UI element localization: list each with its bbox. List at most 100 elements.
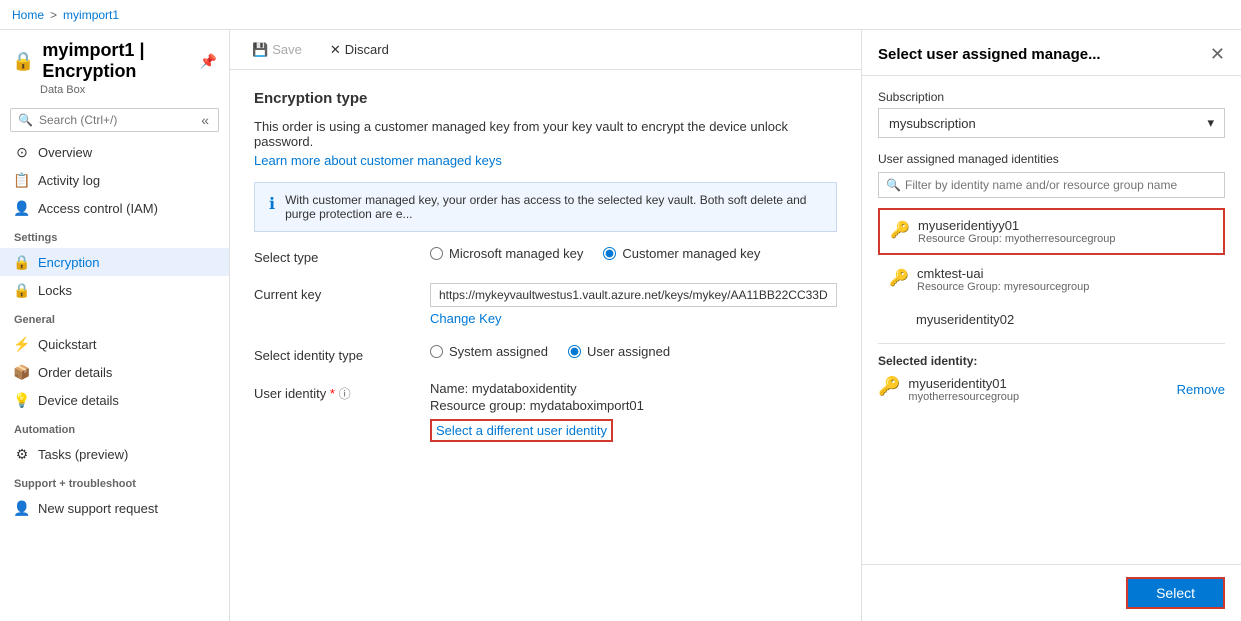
- user-assigned-option[interactable]: User assigned: [568, 344, 670, 359]
- identity-rg-1: Resource Group: myresourcegroup: [917, 281, 1089, 293]
- select-type-row: Select type Microsoft managed key Custom…: [254, 246, 837, 265]
- select-button[interactable]: Select: [1126, 577, 1225, 609]
- section-settings: Settings: [0, 222, 229, 248]
- access-control-icon: 👤: [14, 200, 30, 216]
- panel-close-button[interactable]: ✕: [1210, 44, 1225, 65]
- sidebar-item-label: Device details: [38, 393, 119, 408]
- identity-type-row: Select identity type System assigned Use…: [254, 344, 837, 363]
- sidebar-item-overview[interactable]: ⊙ Overview: [0, 138, 229, 166]
- sidebar-item-tasks[interactable]: ⚙ Tasks (preview): [0, 440, 229, 468]
- customer-managed-key-option[interactable]: Customer managed key: [603, 246, 760, 261]
- panel-header: Select user assigned manage... ✕: [862, 30, 1241, 76]
- selected-identity-icon: 🔑: [878, 376, 900, 397]
- panel-body: Subscription mysubscription ▾ User assig…: [862, 76, 1241, 564]
- content-area: 💾 Save ✕ Discard Encryption type This or…: [230, 30, 861, 621]
- filter-search-icon: 🔍: [886, 178, 901, 192]
- discard-button[interactable]: ✕ Discard: [324, 38, 395, 62]
- identity-list-label: User assigned managed identities: [878, 152, 1225, 166]
- select-different-identity-link[interactable]: Select a different user identity: [430, 419, 613, 442]
- section-support: Support + troubleshoot: [0, 468, 229, 494]
- sidebar-item-label: Tasks (preview): [38, 447, 128, 462]
- identity-icon-1: 🔑: [889, 268, 909, 288]
- section-title: Encryption type: [254, 90, 837, 107]
- identity-icon-0: 🔑: [890, 220, 910, 240]
- identity-info-1: cmktest-uai Resource Group: myresourcegr…: [917, 266, 1089, 293]
- system-assigned-option[interactable]: System assigned: [430, 344, 548, 359]
- activity-log-icon: 📋: [14, 172, 30, 188]
- current-key-row: Current key Change Key: [254, 283, 837, 326]
- learn-more-link[interactable]: Learn more about customer managed keys: [254, 153, 502, 168]
- subscription-dropdown[interactable]: mysubscription ▾: [878, 108, 1225, 138]
- identity-item-cmktest-uai[interactable]: 🔑 cmktest-uai Resource Group: myresource…: [878, 257, 1225, 302]
- selected-identity-section: Selected identity: 🔑 myuseridentity01 my…: [878, 354, 1225, 403]
- breadcrumb-home[interactable]: Home: [12, 8, 44, 22]
- device-details-icon: 💡: [14, 392, 30, 408]
- user-identity-value: Name: mydataboxidentity Resource group: …: [430, 381, 837, 442]
- identity-type-value: System assigned User assigned: [430, 344, 837, 359]
- identity-name-1: cmktest-uai: [917, 266, 1089, 281]
- subscription-label: Subscription: [878, 90, 1225, 104]
- user-identity-row: User identity * ⓘ Name: mydataboxidentit…: [254, 381, 837, 442]
- collapse-button[interactable]: «: [201, 112, 209, 128]
- sidebar-item-label: New support request: [38, 501, 158, 516]
- chevron-down-icon: ▾: [1207, 115, 1214, 131]
- save-button[interactable]: 💾 Save: [246, 38, 308, 62]
- identity-item-myuseridentiyy01[interactable]: 🔑 myuseridentiyy01 Resource Group: myoth…: [878, 208, 1225, 255]
- identity-rg: Resource group: mydataboximport01: [430, 398, 837, 413]
- selected-identity-info: 🔑 myuseridentity01 myotherresourcegroup: [878, 376, 1019, 403]
- system-assigned-radio[interactable]: [430, 345, 443, 358]
- sidebar-item-label: Locks: [38, 283, 72, 298]
- section-automation: Automation: [0, 414, 229, 440]
- customer-key-radio[interactable]: [603, 247, 616, 260]
- change-key-link[interactable]: Change Key: [430, 311, 837, 326]
- sidebar-navigation: ⊙ Overview 📋 Activity log 👤 Access contr…: [0, 138, 229, 621]
- discard-icon: ✕: [330, 42, 341, 58]
- selected-identity-details: myuseridentity01 myotherresourcegroup: [908, 376, 1019, 403]
- identity-item-myuseridentity02[interactable]: myuseridentity02: [878, 304, 1225, 335]
- selected-identity-rg: myotherresourcegroup: [908, 391, 1019, 403]
- encryption-icon: 🔒: [14, 254, 30, 270]
- filter-input[interactable]: [878, 172, 1225, 198]
- sidebar-item-locks[interactable]: 🔒 Locks: [0, 276, 229, 304]
- info-icon: ℹ: [269, 194, 275, 214]
- right-panel: Select user assigned manage... ✕ Subscri…: [861, 30, 1241, 621]
- sidebar-item-order-details[interactable]: 📦 Order details: [0, 358, 229, 386]
- quickstart-icon: ⚡: [14, 336, 30, 352]
- sidebar-item-device-details[interactable]: 💡 Device details: [0, 386, 229, 414]
- identity-rg-0: Resource Group: myotherresourcegroup: [918, 233, 1115, 245]
- sidebar-item-label: Encryption: [38, 255, 99, 270]
- sidebar-item-quickstart[interactable]: ⚡ Quickstart: [0, 330, 229, 358]
- remove-button[interactable]: Remove: [1177, 382, 1225, 397]
- sidebar-item-label: Activity log: [38, 173, 100, 188]
- sidebar-subtitle: Data Box: [40, 84, 217, 96]
- user-identity-info: Name: mydataboxidentity Resource group: …: [430, 381, 837, 413]
- sidebar-header: 🔒 myimport1 | Encryption 📌 Data Box: [0, 30, 229, 102]
- microsoft-managed-key-option[interactable]: Microsoft managed key: [430, 246, 583, 261]
- identity-name-0: myuseridentiyy01: [918, 218, 1115, 233]
- selected-identity-row: 🔑 myuseridentity01 myotherresourcegroup …: [878, 376, 1225, 403]
- select-type-label: Select type: [254, 246, 414, 265]
- sidebar-item-access-control[interactable]: 👤 Access control (IAM): [0, 194, 229, 222]
- search-input[interactable]: [10, 108, 219, 132]
- filter-wrap: 🔍: [878, 172, 1225, 198]
- lock-icon: 🔒: [12, 51, 34, 72]
- sidebar-item-activity-log[interactable]: 📋 Activity log: [0, 166, 229, 194]
- current-key-value: Change Key: [430, 283, 837, 326]
- current-key-input[interactable]: [430, 283, 837, 307]
- search-icon: 🔍: [18, 113, 33, 127]
- identity-info-0: myuseridentiyy01 Resource Group: myother…: [918, 218, 1115, 245]
- sidebar-item-support[interactable]: 👤 New support request: [0, 494, 229, 522]
- info-circle-icon: ⓘ: [339, 387, 351, 401]
- current-key-label: Current key: [254, 283, 414, 302]
- divider: [878, 343, 1225, 344]
- save-icon: 💾: [252, 42, 268, 58]
- user-assigned-radio[interactable]: [568, 345, 581, 358]
- sidebar-item-encryption[interactable]: 🔒 Encryption: [0, 248, 229, 276]
- section-general: General: [0, 304, 229, 330]
- microsoft-key-radio[interactable]: [430, 247, 443, 260]
- selected-identity-label: Selected identity:: [878, 354, 1225, 368]
- breadcrumb-separator: >: [50, 8, 57, 22]
- page-title: 🔒 myimport1 | Encryption 📌: [12, 40, 217, 82]
- order-details-icon: 📦: [14, 364, 30, 380]
- top-bar: Home > myimport1: [0, 0, 1241, 30]
